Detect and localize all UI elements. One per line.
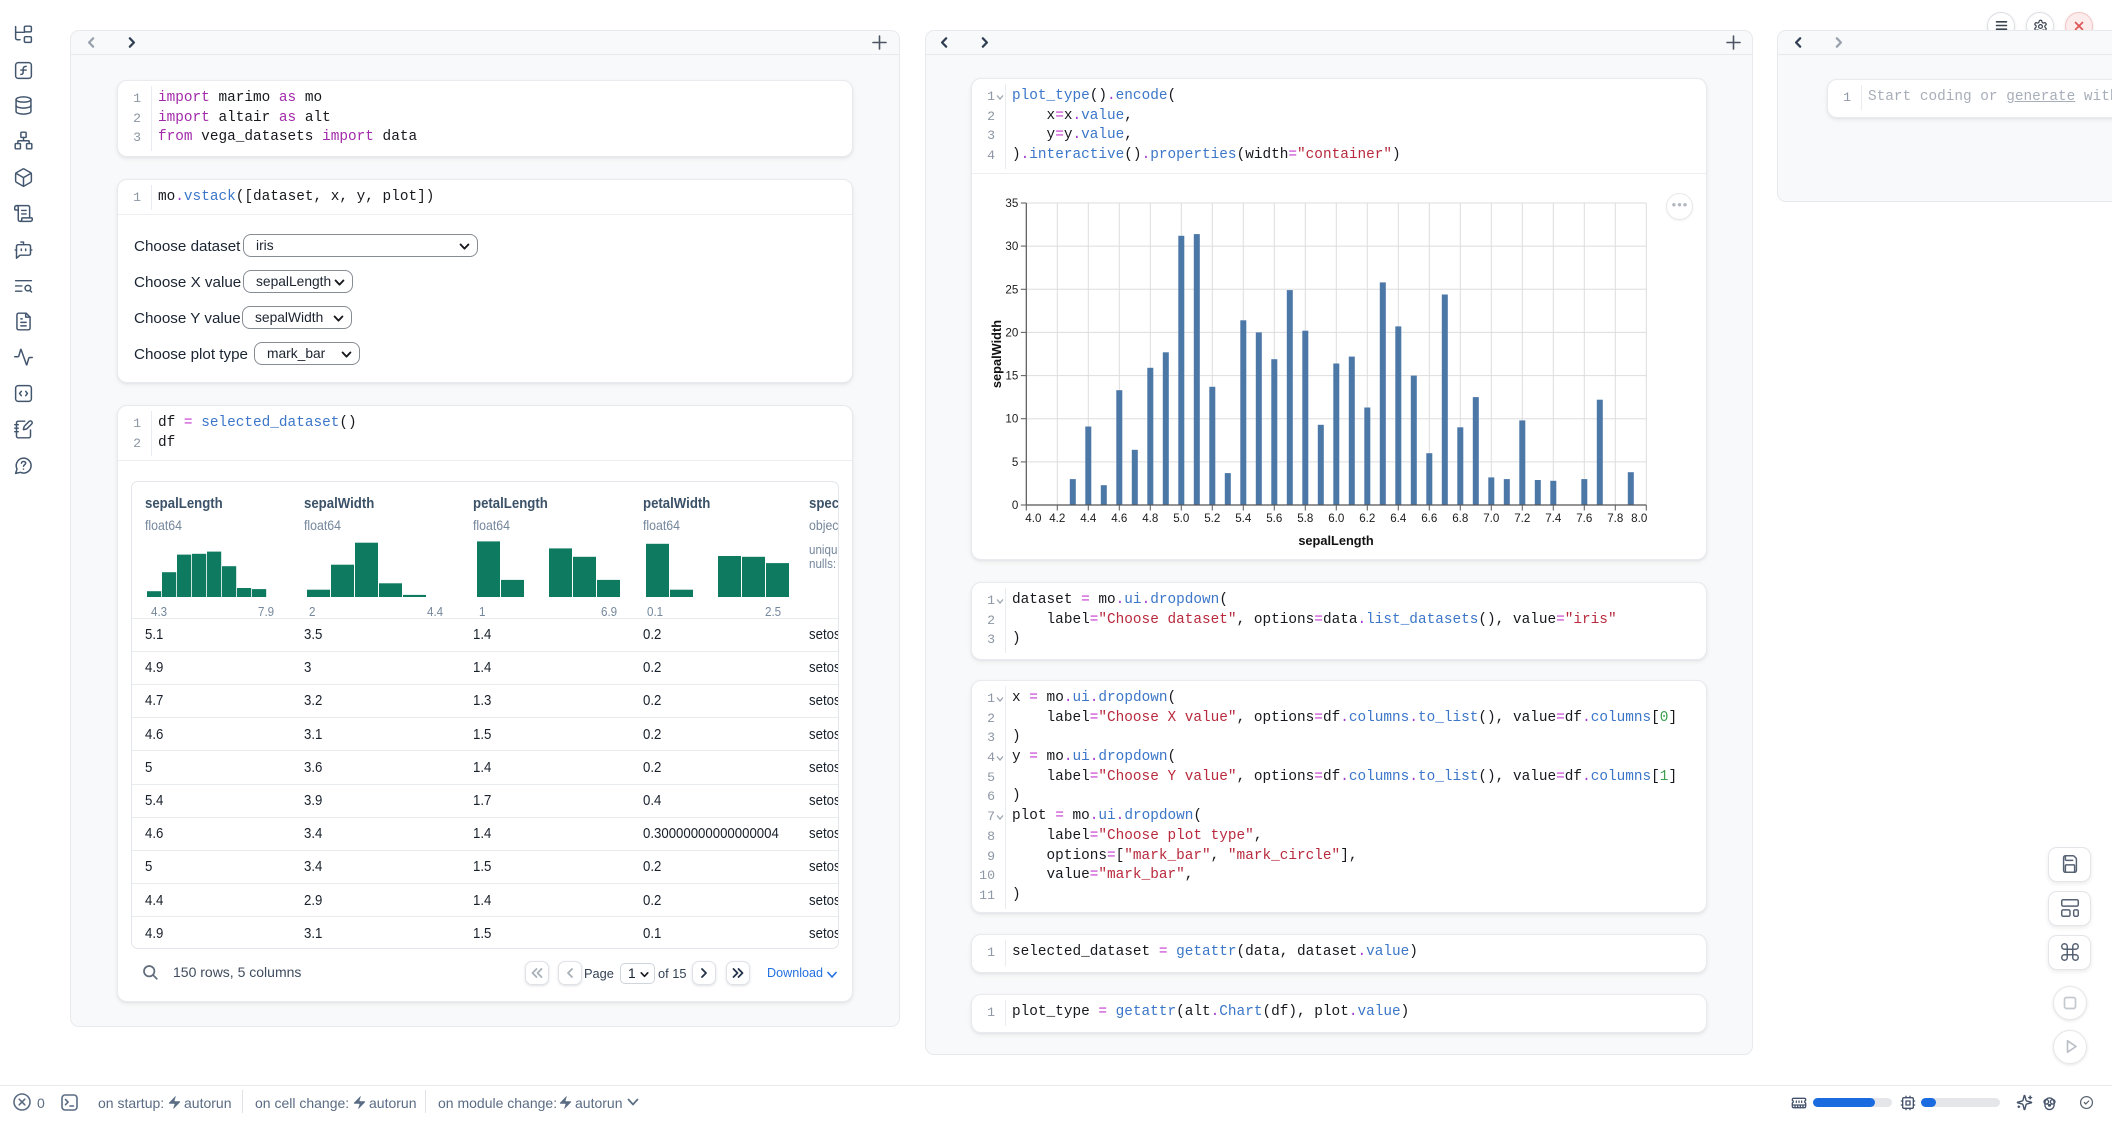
svg-text:0: 0 [1012,499,1018,512]
svg-text:20: 20 [1005,326,1018,339]
svg-text:5: 5 [1012,456,1018,469]
svg-text:10: 10 [1005,413,1018,426]
svg-text:35: 35 [1005,197,1018,210]
svg-text:sepalLength: sepalLength [1298,533,1374,548]
svg-text:7.0: 7.0 [1483,512,1499,525]
svg-text:30: 30 [1005,240,1018,253]
svg-text:4.4: 4.4 [1080,512,1097,525]
svg-text:8.0: 8.0 [1631,512,1647,525]
svg-text:7.6: 7.6 [1576,512,1592,525]
svg-text:sepalWidth: sepalWidth [989,320,1004,388]
svg-text:4.6: 4.6 [1111,512,1127,525]
svg-text:5.8: 5.8 [1297,512,1313,525]
svg-text:25: 25 [1005,283,1018,296]
svg-text:6.4: 6.4 [1390,512,1407,525]
svg-text:5.0: 5.0 [1173,512,1189,525]
svg-text:15: 15 [1005,370,1018,383]
svg-text:5.2: 5.2 [1204,512,1220,525]
svg-text:6.8: 6.8 [1452,512,1468,525]
svg-text:4.8: 4.8 [1142,512,1158,525]
svg-text:7.8: 7.8 [1607,512,1623,525]
svg-text:5.6: 5.6 [1266,512,1282,525]
svg-text:5.4: 5.4 [1235,512,1252,525]
svg-text:4.0: 4.0 [1025,512,1041,525]
svg-text:6.0: 6.0 [1328,512,1344,525]
svg-text:6.6: 6.6 [1421,512,1437,525]
svg-text:6.2: 6.2 [1359,512,1375,525]
svg-text:4.2: 4.2 [1049,512,1065,525]
svg-text:7.4: 7.4 [1545,512,1562,525]
svg-text:7.2: 7.2 [1514,512,1530,525]
